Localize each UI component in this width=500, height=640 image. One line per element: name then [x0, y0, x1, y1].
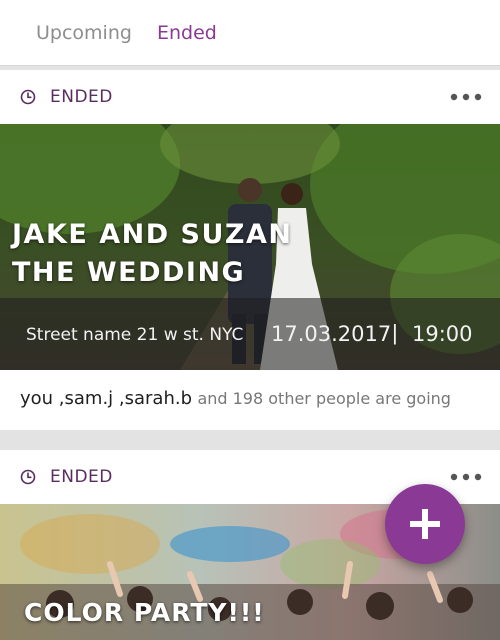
more-options-icon[interactable] [450, 470, 482, 484]
status-label: ENDED [50, 87, 113, 107]
event-title-line1: JAKE AND SUZAN [12, 219, 293, 250]
event-title-line2: THE WEDDING [12, 257, 246, 288]
attendee-count-text: and 198 other people are going [197, 389, 451, 408]
event-title: COLOR PARTY!!! [24, 598, 265, 627]
card-header: ENDED [0, 70, 500, 124]
more-options-icon[interactable] [450, 90, 482, 104]
tab-upcoming[interactable]: Upcoming [36, 22, 132, 44]
event-card[interactable]: ENDED [0, 70, 500, 430]
tab-bar: Upcoming Ended [0, 0, 500, 66]
add-event-button[interactable] [385, 484, 465, 564]
clock-icon [20, 469, 36, 485]
event-date: 17.03.2017 [271, 322, 392, 346]
tab-ended[interactable]: Ended [157, 22, 217, 44]
event-info-bar: Street name 21 w st. NYC 17.03.2017 | 19… [0, 298, 500, 370]
event-time: 19:00 [412, 322, 473, 346]
attendees-text[interactable]: you ,sam.j ,sarah.b and 198 other people… [20, 388, 451, 409]
event-photo[interactable]: JAKE AND SUZAN THE WEDDING Street name 2… [0, 124, 500, 370]
event-title: JAKE AND SUZAN THE WEDDING [12, 216, 292, 292]
attendee-names: you ,sam.j ,sarah.b [20, 388, 193, 409]
event-address: Street name 21 w st. NYC [26, 325, 244, 345]
plus-icon [410, 509, 440, 539]
clock-icon [20, 89, 36, 105]
date-time-divider: | [392, 320, 398, 345]
status-label: ENDED [50, 467, 113, 487]
